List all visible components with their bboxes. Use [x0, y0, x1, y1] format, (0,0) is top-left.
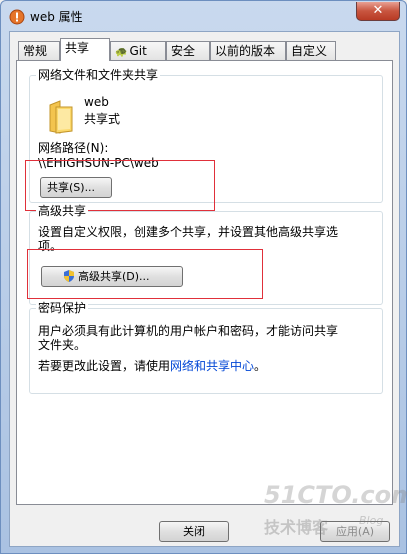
network-share-title: 网络文件和文件夹共享 [36, 68, 161, 82]
title-bar[interactable]: web 属性 ✕ [1, 1, 406, 31]
network-path-label: 网络路径(N): [38, 141, 109, 155]
share-status: 共享式 [84, 112, 121, 126]
tab-previous-versions[interactable]: 以前的版本 [210, 41, 286, 60]
close-button[interactable]: 关闭 [159, 521, 229, 542]
network-sharing-center-link[interactable]: 网络和共享中心 [170, 359, 254, 373]
highlight-box-2 [27, 249, 263, 299]
tab-security[interactable]: 安全 [166, 41, 210, 60]
watermark-tag: Blog [359, 514, 384, 527]
tab-customize[interactable]: 自定义 [286, 41, 336, 60]
tab-general[interactable]: 常规 [18, 41, 60, 60]
properties-window: web 属性 ✕ 常规 共享 🐢 Git 安全 以前的版本 自定义 网络文件和文件… [0, 0, 407, 554]
password-protection-group: 密码保护 用户必须具有此计算机的用户帐户和密码，才能访问共享 文件夹。 若要更改… [29, 301, 383, 394]
tab-git[interactable]: 🐢 Git [110, 41, 166, 60]
folder-warning-icon [9, 9, 25, 25]
tab-strip: 常规 共享 🐢 Git 安全 以前的版本 自定义 [16, 38, 396, 61]
folder-name: web [84, 95, 109, 109]
password-protection-change-text: 若要更改此设置，请使用网络和共享中心。 [38, 359, 267, 373]
sharing-panel: 网络文件和文件夹共享 web 共享式 网络路径(N): \\EHIGHSUN-P… [16, 60, 393, 505]
password-protection-text-2: 文件夹。 [38, 338, 87, 352]
folder-icon [49, 100, 73, 134]
window-title: web 属性 [30, 10, 83, 24]
advanced-share-description: 设置自定义权限，创建多个共享，并设置其他高级共享选 [38, 225, 339, 239]
close-window-button[interactable]: ✕ [356, 2, 400, 21]
tab-sharing[interactable]: 共享 [60, 38, 110, 61]
watermark: 51CTO.com 技术博客 Blog [264, 481, 407, 541]
advanced-share-title: 高级共享 [36, 204, 89, 218]
watermark-sub: 技术博客 [264, 518, 329, 537]
password-protection-title: 密码保护 [36, 301, 89, 315]
password-protection-text: 用户必须具有此计算机的用户帐户和密码，才能访问共享 [38, 324, 339, 338]
watermark-brand: 51CTO.com [264, 481, 407, 509]
dialog-client: 常规 共享 🐢 Git 安全 以前的版本 自定义 网络文件和文件夹共享 web 共… [9, 31, 400, 547]
